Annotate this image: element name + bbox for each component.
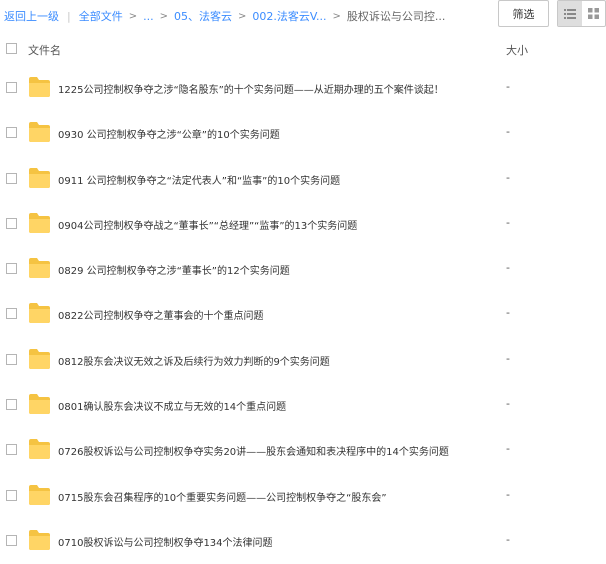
table-row[interactable]: 0715股东会召集程序的10个重要实务问题——公司控制权争夺之“股东会” - bbox=[0, 474, 606, 519]
folder-icon bbox=[29, 167, 50, 188]
breadcrumb-current: 股权诉讼与公司控... bbox=[346, 10, 446, 23]
table-row[interactable]: 0904公司控制权争夺战之“董事长”“总经理”“监事”的13个实务问题 - bbox=[0, 202, 606, 247]
column-header-size[interactable]: 大小 bbox=[506, 42, 528, 58]
table-row[interactable]: 0801确认股东会决议不成立与无效的14个重点问题 - bbox=[0, 383, 606, 428]
row-checkbox[interactable] bbox=[6, 263, 17, 275]
folder-icon bbox=[29, 529, 50, 550]
file-name[interactable]: 0710股权诉讼与公司控制权争夺134个法律问题 bbox=[58, 534, 273, 549]
file-size: - bbox=[506, 351, 510, 365]
file-size: - bbox=[506, 306, 510, 320]
table-row[interactable]: 0710股权诉讼与公司控制权争夺134个法律问题 - bbox=[0, 519, 606, 564]
folder-icon bbox=[29, 212, 50, 233]
file-name[interactable]: 0812股东会决议无效之诉及后续行为效力判断的9个实务问题 bbox=[58, 353, 330, 368]
row-checkbox[interactable] bbox=[6, 217, 17, 229]
breadcrumb: 返回上一级 | 全部文件 > ... > 05、法客云 > 002.法客云V..… bbox=[4, 8, 445, 24]
file-size: - bbox=[506, 170, 510, 184]
row-checkbox[interactable] bbox=[6, 399, 17, 411]
folder-icon bbox=[29, 122, 50, 143]
list-icon bbox=[563, 8, 576, 19]
filter-button[interactable]: 筛选 bbox=[498, 0, 549, 27]
breadcrumb-ellipsis[interactable]: ... bbox=[143, 10, 154, 23]
table-row[interactable]: 0930 公司控制权争夺之涉“公章”的10个实务问题 - bbox=[0, 111, 606, 156]
file-size: - bbox=[506, 532, 510, 546]
row-checkbox[interactable] bbox=[6, 489, 17, 501]
file-name[interactable]: 0829 公司控制权争夺之涉“董事长”的12个实务问题 bbox=[58, 262, 290, 277]
folder-icon bbox=[29, 303, 50, 324]
file-name[interactable]: 0822公司控制权争夺之董事会的十个重点问题 bbox=[58, 307, 263, 322]
breadcrumb-arrow: > bbox=[238, 10, 247, 22]
top-bar: 返回上一级 | 全部文件 > ... > 05、法客云 > 002.法客云V..… bbox=[0, 0, 606, 30]
file-size: - bbox=[506, 397, 510, 411]
file-size: - bbox=[506, 261, 510, 275]
file-size: - bbox=[506, 442, 510, 456]
row-checkbox[interactable] bbox=[6, 172, 17, 184]
folder-icon bbox=[29, 348, 50, 369]
table-row[interactable]: 0829 公司控制权争夺之涉“董事长”的12个实务问题 - bbox=[0, 247, 606, 292]
file-name[interactable]: 0911 公司控制权争夺之“法定代表人”和“监事”的10个实务问题 bbox=[58, 172, 340, 187]
table-row[interactable]: 0822公司控制权争夺之董事会的十个重点问题 - bbox=[0, 292, 606, 337]
list-view-button[interactable] bbox=[558, 1, 582, 26]
folder-icon bbox=[29, 77, 50, 97]
grid-icon bbox=[587, 8, 599, 19]
table-row[interactable]: 0911 公司控制权争夺之“法定代表人”和“监事”的10个实务问题 - bbox=[0, 157, 606, 202]
breadcrumb-arrow: > bbox=[332, 10, 341, 22]
table-row[interactable]: 0812股东会决议无效之诉及后续行为效力判断的9个实务问题 - bbox=[0, 338, 606, 383]
select-all-checkbox[interactable] bbox=[6, 43, 17, 54]
table-row[interactable]: 0726股权诉讼与公司控制权争夺实务20讲——股东会通知和表决程序中的14个实务… bbox=[0, 428, 606, 473]
folder-icon bbox=[29, 439, 50, 460]
breadcrumb-arrow: > bbox=[128, 10, 138, 22]
breadcrumb-arrow: > bbox=[159, 10, 168, 22]
view-toggle bbox=[557, 0, 606, 27]
file-size: - bbox=[506, 215, 510, 229]
breadcrumb-folder-2[interactable]: 002.法客云V... bbox=[252, 8, 326, 24]
file-name[interactable]: 0726股权诉讼与公司控制权争夺实务20讲——股东会通知和表决程序中的14个实务… bbox=[58, 443, 449, 458]
file-name[interactable]: 0904公司控制权争夺战之“董事长”“总经理”“监事”的13个实务问题 bbox=[58, 217, 357, 232]
file-name[interactable]: 0801确认股东会决议不成立与无效的14个重点问题 bbox=[58, 398, 286, 413]
file-list: 1225公司控制权争夺之涉“隐名股东”的十个实务问题——从近期办理的五个案件谈起… bbox=[0, 66, 606, 564]
file-name[interactable]: 0715股东会召集程序的10个重要实务问题——公司控制权争夺之“股东会” bbox=[58, 489, 387, 504]
row-checkbox[interactable] bbox=[6, 534, 17, 546]
column-header-name[interactable]: 文件名 bbox=[28, 42, 61, 58]
file-size: - bbox=[506, 487, 510, 501]
back-link[interactable]: 返回上一级 bbox=[4, 8, 59, 24]
breadcrumb-folder-1[interactable]: 05、法客云 bbox=[174, 8, 232, 24]
row-checkbox[interactable] bbox=[6, 127, 17, 139]
table-row[interactable]: 1225公司控制权争夺之涉“隐名股东”的十个实务问题——从近期办理的五个案件谈起… bbox=[0, 66, 606, 111]
file-name[interactable]: 1225公司控制权争夺之涉“隐名股东”的十个实务问题——从近期办理的五个案件谈起… bbox=[58, 81, 444, 96]
row-checkbox[interactable] bbox=[6, 444, 17, 456]
table-header: 文件名 大小 bbox=[0, 36, 606, 60]
breadcrumb-divider: | bbox=[67, 9, 71, 23]
file-size: - bbox=[506, 125, 510, 139]
file-name[interactable]: 0930 公司控制权争夺之涉“公章”的10个实务问题 bbox=[58, 126, 280, 141]
folder-icon bbox=[29, 258, 50, 279]
grid-view-button[interactable] bbox=[582, 1, 606, 26]
folder-icon bbox=[29, 394, 50, 415]
folder-icon bbox=[29, 484, 50, 505]
row-checkbox[interactable] bbox=[6, 82, 17, 93]
file-size: - bbox=[506, 80, 510, 93]
all-files-link[interactable]: 全部文件 bbox=[79, 8, 123, 24]
row-checkbox[interactable] bbox=[6, 308, 17, 320]
row-checkbox[interactable] bbox=[6, 353, 17, 365]
